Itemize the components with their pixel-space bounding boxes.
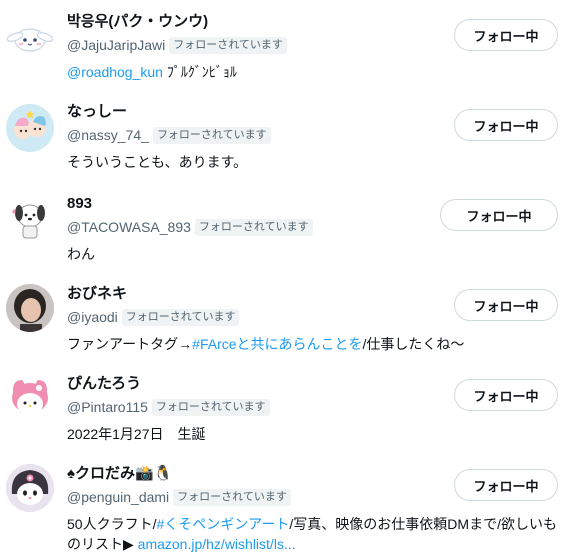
bio-text: /仕事したくね〜 (362, 336, 465, 352)
avatar[interactable] (6, 104, 54, 152)
my-melody-icon (12, 380, 48, 415)
avatar[interactable] (6, 464, 54, 512)
kuromi-icon (6, 464, 54, 512)
twin-stars-icon (6, 104, 54, 152)
follows-you-badge: フォローされています (173, 488, 291, 506)
user-cell[interactable]: ♠クロだみ📸🐧 @penguin_dami フォローされています 50人クラフト… (0, 452, 572, 559)
user-cell[interactable]: 박응우(パク・ウンウ) @JajuJaripJawi フォローされています @r… (0, 0, 572, 92)
avatar[interactable] (6, 374, 54, 422)
user-bio: わん (67, 246, 95, 262)
user-cell[interactable]: ぴんたろう @Pintaro115 フォローされています 2022年1月27日 … (0, 362, 572, 452)
following-button[interactable]: フォロー中 (454, 469, 558, 501)
bio-text: ファンアートタグ→ (67, 336, 193, 352)
following-button[interactable]: フォロー中 (454, 289, 558, 321)
bio-hashtag-link[interactable]: #くそペンギンアート (156, 516, 289, 532)
bio-text: ﾌﾟﾙｸﾞﾝﾋﾞｮﾙ (162, 64, 237, 80)
user-handle[interactable]: @JajuJaripJawi (67, 37, 165, 53)
follows-you-badge: フォローされています (194, 218, 313, 236)
user-cell[interactable]: おびネキ @iyaodi フォローされています ファンアートタグ→#FArceと… (0, 272, 572, 362)
follows-you-badge: フォローされています (152, 126, 271, 144)
bio-mention-link[interactable]: @roadhog_kun (67, 64, 163, 80)
user-bio: @roadhog_kun ﾌﾟﾙｸﾞﾝﾋﾞｮﾙ (67, 62, 558, 82)
cinnamoroll-icon (6, 28, 54, 52)
user-handle[interactable]: @TACOWASA_893 (67, 219, 191, 235)
follows-you-badge: フォローされています (121, 308, 240, 326)
user-bio: そういうことも、あります。 (67, 154, 248, 170)
bio-url-link[interactable]: amazon.jp/hz/wishlist/ls... (138, 536, 296, 552)
user-handle[interactable]: @iyaodi (67, 309, 118, 325)
user-cell[interactable]: なっしー @nassy_74_ フォローされています そういうことも、あります。… (0, 92, 572, 182)
follows-you-badge: フォローされています (151, 398, 270, 416)
avatar[interactable] (6, 194, 54, 242)
following-button[interactable]: フォロー中 (454, 109, 558, 141)
avatar[interactable] (6, 284, 54, 332)
follows-you-badge: フォローされています (169, 36, 287, 54)
avatar[interactable] (6, 14, 54, 62)
user-handle[interactable]: @penguin_dami (67, 489, 169, 505)
user-bio: ファンアートタグ→#FArceと共にあらんことを/仕事したくね〜 (67, 334, 558, 354)
user-handle[interactable]: @nassy_74_ (67, 127, 149, 143)
user-bio: 50人クラフト/#くそペンギンアート/写真、映像のお仕事依頼DMまで/欲しいもの… (67, 514, 558, 554)
user-bio: 2022年1月27日 生誕 (67, 426, 206, 442)
user-cell[interactable]: 893 @TACOWASA_893 フォローされています わん フォロー中 (0, 182, 572, 272)
user-handle[interactable]: @Pintaro115 (67, 399, 148, 415)
bio-hashtag-link[interactable]: #FArceと共にあらんことを (192, 336, 362, 352)
person-photo-icon (6, 284, 54, 332)
following-button[interactable]: フォロー中 (454, 19, 558, 51)
bio-text: 50人クラフト/ (67, 516, 157, 532)
following-button[interactable]: フォロー中 (454, 379, 558, 411)
following-button[interactable]: フォロー中 (440, 199, 558, 231)
pochacco-icon (12, 204, 45, 239)
